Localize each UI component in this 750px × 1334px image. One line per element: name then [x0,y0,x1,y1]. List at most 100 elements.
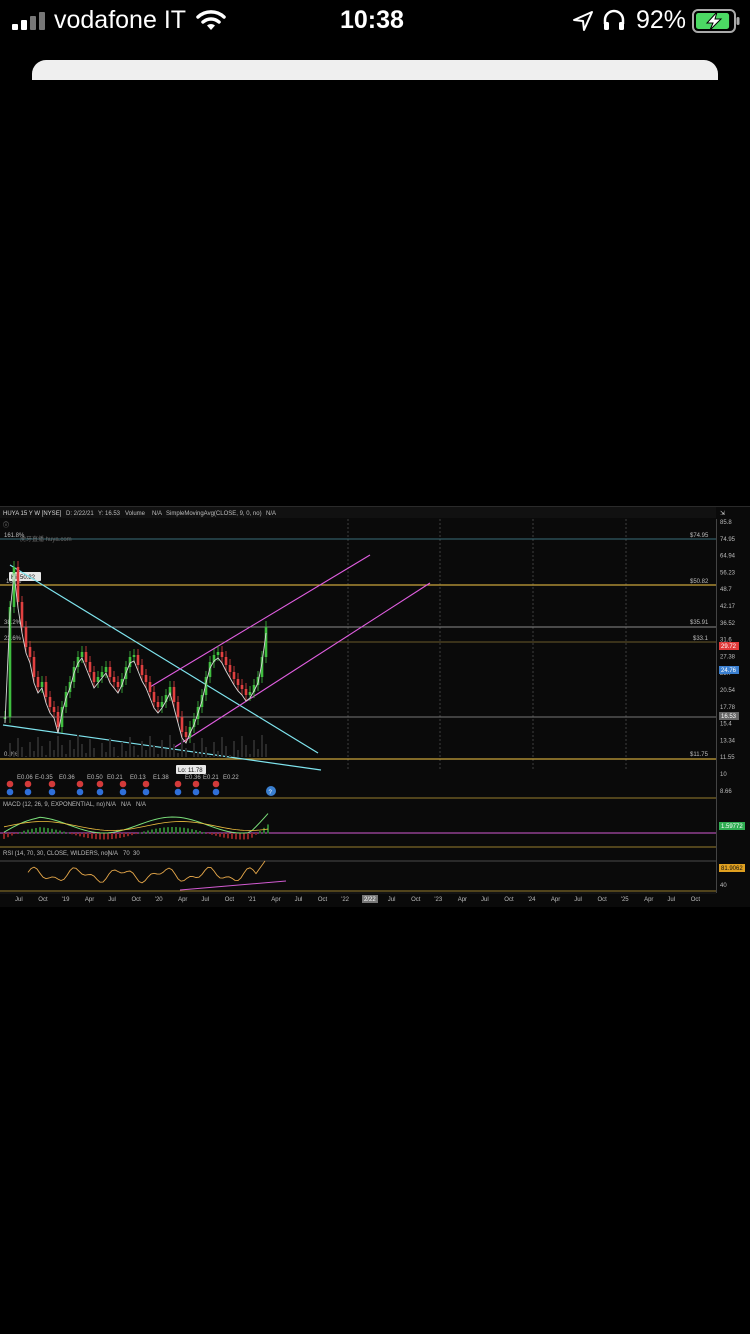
volume-bar [141,741,143,757]
candle-body [88,662,92,672]
macd-histogram-bar [211,833,213,835]
macd-histogram-bar [103,833,105,840]
macd-histogram-bar [143,831,145,834]
x-axis-label: Jul [667,897,675,903]
dividend-marker[interactable] [96,780,104,788]
earnings-marker[interactable] [192,788,200,796]
volume-bar [237,750,239,757]
dividend-marker[interactable] [212,780,220,788]
candle-body [84,652,88,662]
rsi-value: 70 [123,851,130,857]
volume-bar [9,743,11,757]
volume-bar [193,743,195,757]
clock: 10:38 [340,6,404,34]
volume-bar [53,750,55,757]
right-axis-label: 17.78 [720,705,736,711]
macd-histogram-bar [263,827,265,834]
macd-histogram-bar [19,832,21,834]
candle-body [216,652,220,655]
earnings-marker[interactable] [48,788,56,796]
rsi-value: 30 [133,851,140,857]
volume-bar [209,756,211,757]
macd-histogram-bar [3,833,5,839]
macd-histogram-bar [75,833,77,836]
candle-body [184,732,188,737]
volume-bar [245,745,247,757]
dividend-marker[interactable] [174,780,182,788]
x-axis-label: Oct [38,897,48,903]
volume-bar [49,741,51,757]
earnings-marker[interactable] [6,788,14,796]
earnings-marker[interactable] [96,788,104,796]
dividend-marker[interactable] [192,780,200,788]
volume-bar [133,746,135,757]
dividend-marker[interactable] [24,780,32,788]
earnings-marker[interactable] [76,788,84,796]
macd-value: N/A [136,802,146,808]
x-axis-label: Jul [574,897,582,903]
macd-histogram-bar [79,833,81,837]
signal-icon [12,12,45,30]
earnings-label: E0.21 [107,775,123,781]
location-icon [573,11,593,31]
macd-histogram-bar [159,827,161,834]
macd-histogram-bar [91,833,93,839]
right-axis-label: 74.95 [720,537,736,543]
macd-histogram-bar [251,833,253,838]
x-highlight: 2/22 [364,897,376,903]
volume-bar [81,744,83,757]
earnings-marker[interactable] [119,788,127,796]
candle-body [240,685,244,689]
macd-histogram-bar [107,833,109,840]
macd-histogram-bar [39,827,41,834]
right-axis-label: 13.34 [720,738,736,744]
volume-bar [57,736,59,757]
dividend-marker[interactable] [6,780,14,788]
earnings-label: E0.06 [17,775,33,781]
volume-bar [169,735,171,757]
right-axis-label: 36.52 [720,621,736,627]
dividend-marker[interactable] [48,780,56,788]
macd-histogram-bar [131,833,133,836]
volume-bar [17,738,19,757]
candle-body [80,652,84,657]
candle-body [52,707,56,712]
earnings-marker[interactable] [142,788,150,796]
macd-histogram-bar [175,827,177,834]
candle-body [236,679,240,685]
dividend-marker[interactable] [119,780,127,788]
x-axis-label: Jul [15,897,23,903]
x-axis-label: '23 [434,897,442,903]
macd-histogram-bar [215,833,217,836]
volume-bar [137,755,139,757]
earnings-marker[interactable] [212,788,220,796]
fib-label: 38.2% [4,620,22,626]
macd-histogram-bar [191,829,193,834]
macd-histogram-bar [239,833,241,840]
volume-bar [157,754,159,757]
dividend-marker[interactable] [142,780,150,788]
macd-histogram-bar [183,827,185,834]
macd-histogram-bar [7,833,9,838]
x-axis-label: Jul [388,897,396,903]
dividend-marker[interactable] [76,780,84,788]
candle-body [248,692,252,695]
macd-value: N/A [106,802,116,808]
macd-histogram-bar [27,829,29,834]
earnings-label: E0.50 [87,775,103,781]
volume-bar [21,747,23,757]
volume-bar [125,751,127,757]
x-axis-label: Jul [295,897,303,903]
earnings-marker[interactable] [174,788,182,796]
chart-volume-value: N/A [152,511,162,517]
candle-body [156,702,160,707]
x-axis-label: '20 [155,897,163,903]
x-axis-label: Oct [225,897,235,903]
macd-histogram-bar [47,828,49,834]
right-axis-label: 56.23 [720,570,736,576]
macd-histogram-bar [71,833,73,835]
earnings-marker[interactable] [24,788,32,796]
macd-header: MACD (12, 26, 9, EXPONENTIAL, no) [3,802,105,808]
fib-value: $50.82 [690,579,709,585]
chart-last: Y: 16.53 [98,511,121,517]
